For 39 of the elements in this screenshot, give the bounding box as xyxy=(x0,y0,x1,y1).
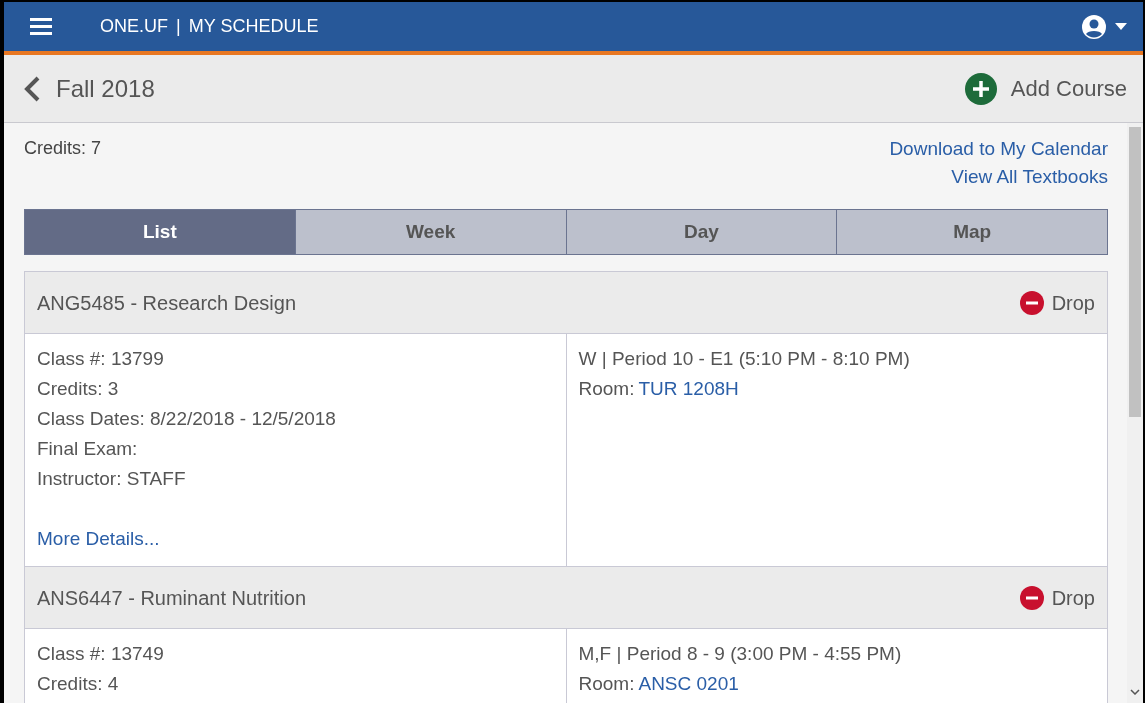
menu-icon[interactable] xyxy=(30,18,52,35)
detail-text: Class #: 13749 xyxy=(37,642,165,666)
more-details-link[interactable]: More Details... xyxy=(37,524,160,554)
minus-icon xyxy=(1019,585,1044,610)
calendar-link[interactable]: Download to My Calendar xyxy=(889,135,1108,163)
detail-text: Instructor: STAFF xyxy=(37,467,187,491)
drop-button[interactable]: Drop xyxy=(1019,582,1095,613)
detail-text: Class Dates: 8/22/2018 - 12/5/2018 xyxy=(37,407,337,431)
course-title: ANS6447 - Ruminant Nutrition xyxy=(37,585,306,611)
view-tab[interactable]: Day xyxy=(565,210,837,254)
drop-button[interactable]: Drop xyxy=(1019,287,1095,318)
view-tab[interactable]: List xyxy=(25,210,295,254)
separator: | xyxy=(176,15,181,38)
detail-text: Credits: 4 xyxy=(37,672,120,696)
minus-icon xyxy=(1019,290,1044,315)
caret-icon[interactable] xyxy=(1115,23,1127,30)
total-credits: Credits: 7 xyxy=(24,137,102,160)
schedule-text: M,F | Period 8 - 9 (3:00 PM - 4:55 PM) xyxy=(578,642,903,666)
add-course-button[interactable]: Add Course xyxy=(964,72,1127,105)
term-title: Fall 2018 xyxy=(56,73,155,104)
room-link[interactable]: TUR 1208H xyxy=(638,374,739,404)
detail-text: Final Exam: xyxy=(37,437,139,461)
scroll-down-icon[interactable] xyxy=(1130,689,1140,695)
room-link[interactable]: ANSC 0201 xyxy=(638,669,739,699)
textbooks-link[interactable]: View All Textbooks xyxy=(951,163,1108,191)
user-icon[interactable] xyxy=(1081,13,1107,40)
view-tab[interactable]: Week xyxy=(294,210,566,254)
back-icon[interactable] xyxy=(24,75,40,102)
scrollbar[interactable] xyxy=(1127,123,1143,703)
schedule-text: W | Period 10 - E1 (5:10 PM - 8:10 PM) xyxy=(578,347,911,371)
room-label: Room: xyxy=(578,377,635,401)
room-label: Room: xyxy=(578,672,635,696)
detail-text: Credits: 3 xyxy=(37,377,120,401)
brand-name[interactable]: ONE.UF xyxy=(100,13,168,40)
app-title: MY SCHEDULE xyxy=(188,15,319,38)
course-title: ANG5485 - Research Design xyxy=(37,290,296,316)
plus-icon xyxy=(964,72,997,105)
view-tab[interactable]: Map xyxy=(836,210,1107,254)
detail-text: Class #: 13799 xyxy=(37,347,165,371)
